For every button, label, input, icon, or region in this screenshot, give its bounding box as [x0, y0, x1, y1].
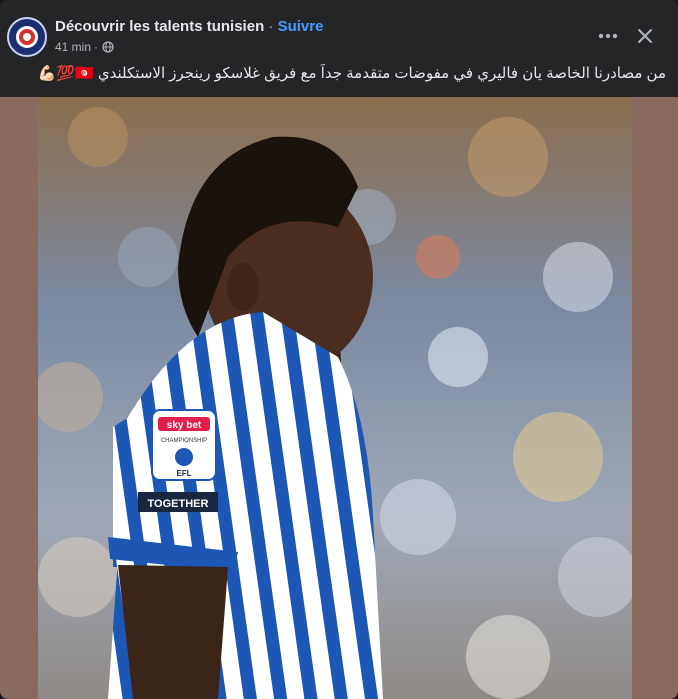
post-time[interactable]: 41 min — [55, 40, 91, 54]
separator-dot: · — [268, 18, 274, 35]
post-photo[interactable]: sky bet CHAMPIONSHIP EFL TOGETHER — [38, 97, 632, 699]
more-horizontal-icon — [598, 33, 618, 39]
page-name-row: Découvrir les talents tunisien · Suivre — [55, 18, 323, 35]
post-card: Découvrir les talents tunisien · Suivre … — [0, 0, 678, 699]
player-photo: sky bet CHAMPIONSHIP EFL TOGETHER — [38, 97, 632, 699]
post-meta: 41 min · — [55, 40, 114, 54]
more-options-button[interactable] — [590, 22, 626, 50]
follow-button[interactable]: Suivre — [278, 18, 324, 35]
post-header: Découvrir les talents tunisien · Suivre … — [0, 0, 678, 64]
badge-league-text: EFL — [176, 469, 191, 478]
page-avatar[interactable] — [7, 17, 47, 57]
post-media[interactable]: sky bet CHAMPIONSHIP EFL TOGETHER — [0, 97, 678, 699]
sleeve-text: TOGETHER — [148, 498, 209, 510]
badge-brand-text: sky bet — [167, 420, 202, 431]
close-icon — [638, 29, 652, 43]
close-button[interactable] — [628, 21, 662, 51]
post-caption: من مصادرنا الخاصة يان فاليري في مفوضات م… — [37, 65, 666, 82]
page-logo-icon — [10, 20, 44, 54]
badge-sub-text: CHAMPIONSHIP — [161, 438, 207, 444]
globe-icon — [102, 41, 114, 53]
meta-separator: · — [94, 40, 99, 54]
page-name[interactable]: Découvrir les talents tunisien — [55, 18, 264, 35]
